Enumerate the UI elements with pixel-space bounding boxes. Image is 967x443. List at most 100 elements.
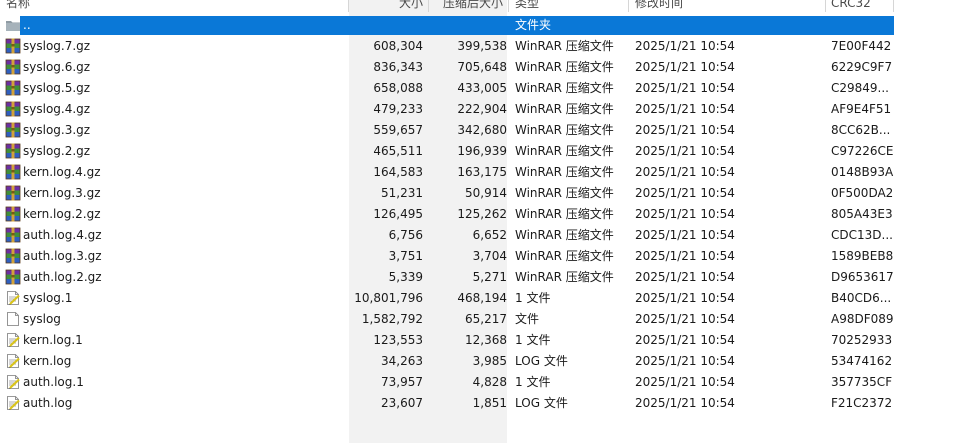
file-type: WinRAR 压缩文件 (515, 144, 614, 158)
column-header-packed-size[interactable]: 压缩后大小 (443, 0, 503, 12)
file-packed-size: 342,680 (457, 123, 507, 137)
winrar-archive-icon (5, 101, 21, 117)
file-crc32: 1589BEB8 (831, 249, 894, 263)
file-packed-size: 50,914 (465, 186, 507, 200)
column-divider[interactable] (348, 0, 349, 12)
file-modified: 2025/1/21 10:54 (635, 123, 735, 137)
file-row[interactable]: auth.log.4.gz 6,756 6,652 WinRAR 压缩文件 20… (0, 225, 967, 246)
column-header-modified[interactable]: 修改时间 (635, 0, 683, 12)
file-row[interactable]: kern.log.2.gz 126,495 125,262 WinRAR 压缩文… (0, 204, 967, 225)
file-row[interactable]: syslog.7.gz 608,304 399,538 WinRAR 压缩文件 … (0, 36, 967, 57)
file-name: kern.log.3.gz (23, 186, 101, 200)
file-type: WinRAR 压缩文件 (515, 123, 614, 137)
file-crc32: 6229C9F7 (831, 60, 893, 74)
winrar-archive-icon (5, 122, 21, 138)
file-size: 126,495 (373, 207, 423, 221)
file-size: 1,582,792 (361, 312, 423, 326)
file-packed-size: 1,851 (472, 396, 507, 410)
file-type: WinRAR 压缩文件 (515, 102, 614, 116)
column-divider[interactable] (825, 0, 826, 12)
file-packed-size: 12,368 (465, 333, 507, 347)
file-row[interactable]: auth.log.3.gz 3,751 3,704 WinRAR 压缩文件 20… (0, 246, 967, 267)
file-modified: 2025/1/21 10:54 (635, 186, 735, 200)
text-document-icon (5, 353, 21, 369)
text-document-icon (5, 395, 21, 411)
file-type: WinRAR 压缩文件 (515, 165, 614, 179)
file-size: 5,339 (388, 270, 423, 284)
file-crc32: CDC13D... (831, 228, 893, 242)
file-size: 608,304 (373, 39, 423, 53)
file-size: 658,088 (373, 81, 423, 95)
file-row[interactable]: kern.log.1 123,553 12,368 1 文件 2025/1/21… (0, 330, 967, 351)
file-type: WinRAR 压缩文件 (515, 60, 614, 74)
text-document-icon (5, 332, 21, 348)
file-modified: 2025/1/21 10:54 (635, 144, 735, 158)
file-row[interactable]: auth.log 23,607 1,851 LOG 文件 2025/1/21 1… (0, 393, 967, 414)
file-row[interactable]: syslog.4.gz 479,233 222,904 WinRAR 压缩文件 … (0, 99, 967, 120)
file-packed-size: 433,005 (457, 81, 507, 95)
file-modified: 2025/1/21 10:54 (635, 291, 735, 305)
column-divider[interactable] (428, 0, 429, 12)
file-row[interactable]: syslog 1,582,792 65,217 文件 2025/1/21 10:… (0, 309, 967, 330)
file-name: syslog.7.gz (23, 39, 91, 53)
file-modified: 2025/1/21 10:54 (635, 39, 735, 53)
file-type: 文件 (515, 312, 540, 326)
file-name: auth.log (23, 396, 73, 410)
parent-folder-row[interactable]: .. 文件夹 (0, 15, 967, 36)
file-crc32: 357735CF (831, 375, 893, 389)
file-type: 1 文件 (515, 291, 551, 305)
column-header-crc32[interactable]: CRC32 (831, 0, 871, 12)
file-crc32: 53474162 (831, 354, 893, 368)
file-name: syslog.3.gz (23, 123, 91, 137)
folder-icon (5, 17, 21, 33)
winrar-archive-icon (5, 80, 21, 96)
file-crc32: A98DF089 (831, 312, 894, 326)
file-row[interactable]: syslog.5.gz 658,088 433,005 WinRAR 压缩文件 … (0, 78, 967, 99)
file-name: syslog.4.gz (23, 102, 91, 116)
file-type: LOG 文件 (515, 396, 568, 410)
file-row[interactable]: kern.log 34,263 3,985 LOG 文件 2025/1/21 1… (0, 351, 967, 372)
winrar-archive-icon (5, 248, 21, 264)
file-name: .. (23, 18, 31, 32)
file-row[interactable]: auth.log.1 73,957 4,828 1 文件 2025/1/21 1… (0, 372, 967, 393)
file-packed-size: 6,652 (472, 228, 507, 242)
file-modified: 2025/1/21 10:54 (635, 396, 735, 410)
file-list: .. 文件夹 syslog.7.gz 608,304 399,538 WinRA… (0, 15, 967, 414)
column-divider[interactable] (508, 0, 509, 12)
file-row[interactable]: syslog.6.gz 836,343 705,648 WinRAR 压缩文件 … (0, 57, 967, 78)
column-header-size[interactable]: 大小 (399, 0, 423, 12)
file-size: 3,751 (388, 249, 423, 263)
column-header-name[interactable]: 名称 (6, 0, 30, 12)
file-modified: 2025/1/21 10:54 (635, 102, 735, 116)
file-row[interactable]: auth.log.2.gz 5,339 5,271 WinRAR 压缩文件 20… (0, 267, 967, 288)
file-name: syslog.6.gz (23, 60, 91, 74)
file-crc32: 70252933 (831, 333, 893, 347)
column-divider[interactable] (893, 0, 894, 12)
file-row[interactable]: kern.log.3.gz 51,231 50,914 WinRAR 压缩文件 … (0, 183, 967, 204)
file-type: WinRAR 压缩文件 (515, 81, 614, 95)
column-header-type[interactable]: 类型 (515, 0, 539, 12)
file-name: syslog (23, 312, 61, 326)
file-row[interactable]: kern.log.4.gz 164,583 163,175 WinRAR 压缩文… (0, 162, 967, 183)
file-size: 479,233 (373, 102, 423, 116)
file-packed-size: 705,648 (457, 60, 507, 74)
file-packed-size: 222,904 (457, 102, 507, 116)
file-crc32: 0F500DA2 (831, 186, 894, 200)
file-crc32: B40CD6... (831, 291, 892, 305)
file-type: WinRAR 压缩文件 (515, 228, 614, 242)
winrar-archive-icon (5, 206, 21, 222)
file-crc32: D9653617 (831, 270, 894, 284)
file-type: 文件夹 (515, 18, 552, 32)
winrar-archive-icon (5, 38, 21, 54)
file-modified: 2025/1/21 10:54 (635, 312, 735, 326)
file-row[interactable]: syslog.1 10,801,796 468,194 1 文件 2025/1/… (0, 288, 967, 309)
file-packed-size: 65,217 (465, 312, 507, 326)
file-size: 34,263 (381, 354, 423, 368)
file-crc32: 805A43E3 (831, 207, 893, 221)
file-size: 51,231 (381, 186, 423, 200)
file-row[interactable]: syslog.2.gz 465,511 196,939 WinRAR 压缩文件 … (0, 141, 967, 162)
winrar-archive-icon (5, 227, 21, 243)
column-divider[interactable] (628, 0, 629, 12)
file-row[interactable]: syslog.3.gz 559,657 342,680 WinRAR 压缩文件 … (0, 120, 967, 141)
file-crc32: F21C2372 (831, 396, 893, 410)
